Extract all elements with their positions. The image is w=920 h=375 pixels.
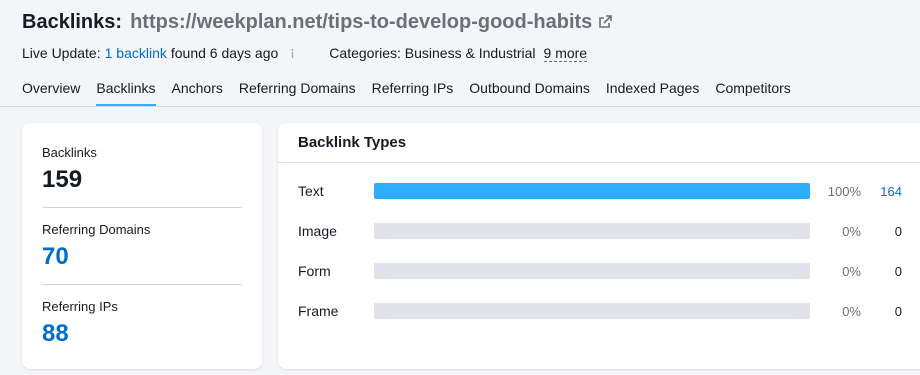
more-categories-link[interactable]: 9 more bbox=[543, 45, 588, 62]
type-count: 0 bbox=[894, 223, 902, 239]
type-percent: 0% bbox=[842, 303, 861, 319]
tabs-divider bbox=[0, 106, 920, 107]
backlink-types-title: Backlink Types bbox=[298, 134, 407, 151]
type-count: 0 bbox=[894, 303, 902, 319]
type-bar-track bbox=[374, 263, 810, 279]
tab-backlinks[interactable]: Backlinks bbox=[96, 80, 156, 106]
card-header-divider bbox=[278, 162, 920, 163]
found-text: found 6 days ago bbox=[170, 45, 279, 61]
referring-ips-value[interactable]: 88 bbox=[42, 320, 242, 348]
tab-anchors[interactable]: Anchors bbox=[172, 80, 223, 106]
type-count: 0 bbox=[894, 263, 902, 279]
page-title: Backlinks: bbox=[22, 10, 123, 33]
type-percent: 0% bbox=[842, 263, 861, 279]
live-update-label: Live Update: bbox=[22, 45, 101, 61]
tab-bar: Overview Backlinks Anchors Referring Dom… bbox=[22, 80, 807, 106]
type-bar-track bbox=[374, 303, 810, 319]
summary-divider bbox=[42, 207, 242, 208]
categories-label: Categories: Business & Industrial bbox=[329, 45, 536, 61]
page-header: Backlinks: https://weekplan.net/tips-to-… bbox=[22, 8, 920, 63]
type-name: Form bbox=[298, 263, 331, 279]
tab-referring-domains[interactable]: Referring Domains bbox=[239, 80, 356, 106]
referring-domains-metric: Referring Domains 70 bbox=[42, 222, 242, 271]
referring-domains-value[interactable]: 70 bbox=[42, 243, 242, 271]
external-link-icon[interactable] bbox=[598, 15, 613, 29]
type-bar-track bbox=[374, 223, 810, 239]
tab-indexed-pages[interactable]: Indexed Pages bbox=[606, 80, 699, 106]
type-bar-fill bbox=[374, 183, 810, 199]
backlink-types-card: Backlink Types Text 100% 164 Image 0% 0 … bbox=[278, 123, 920, 369]
meta-row: Live Update: 1 backlink found 6 days ago… bbox=[22, 43, 920, 63]
tab-competitors[interactable]: Competitors bbox=[715, 80, 790, 106]
type-row-form: Form 0% 0 bbox=[298, 261, 902, 281]
type-name: Image bbox=[298, 223, 337, 239]
backlinks-metric: Backlinks 159 bbox=[42, 145, 242, 194]
referring-ips-metric: Referring IPs 88 bbox=[42, 299, 242, 348]
tab-referring-ips[interactable]: Referring IPs bbox=[372, 80, 454, 106]
target-url-link[interactable]: https://weekplan.net/tips-to-develop-goo… bbox=[130, 11, 592, 34]
type-percent: 100% bbox=[827, 183, 861, 199]
info-icon[interactable] bbox=[286, 47, 299, 60]
type-bar-track bbox=[374, 183, 810, 199]
type-row-image: Image 0% 0 bbox=[298, 221, 902, 241]
tab-outbound-domains[interactable]: Outbound Domains bbox=[469, 80, 590, 106]
backlinks-value: 159 bbox=[42, 166, 83, 193]
title-row: Backlinks: https://weekplan.net/tips-to-… bbox=[22, 8, 920, 36]
type-name: Frame bbox=[298, 303, 339, 319]
type-row-frame: Frame 0% 0 bbox=[298, 301, 902, 321]
type-count-link[interactable]: 164 bbox=[861, 184, 902, 199]
referring-ips-label: Referring IPs bbox=[42, 299, 118, 314]
referring-domains-label: Referring Domains bbox=[42, 222, 151, 237]
backlinks-label: Backlinks bbox=[42, 145, 97, 160]
type-name: Text bbox=[298, 183, 324, 199]
summary-card: Backlinks 159 Referring Domains 70 Refer… bbox=[22, 123, 262, 369]
tab-overview[interactable]: Overview bbox=[22, 80, 80, 106]
backlink-count-link[interactable]: 1 backlink bbox=[105, 45, 167, 61]
summary-divider bbox=[42, 284, 242, 285]
type-row-text: Text 100% 164 bbox=[298, 181, 902, 201]
type-percent: 0% bbox=[842, 223, 861, 239]
